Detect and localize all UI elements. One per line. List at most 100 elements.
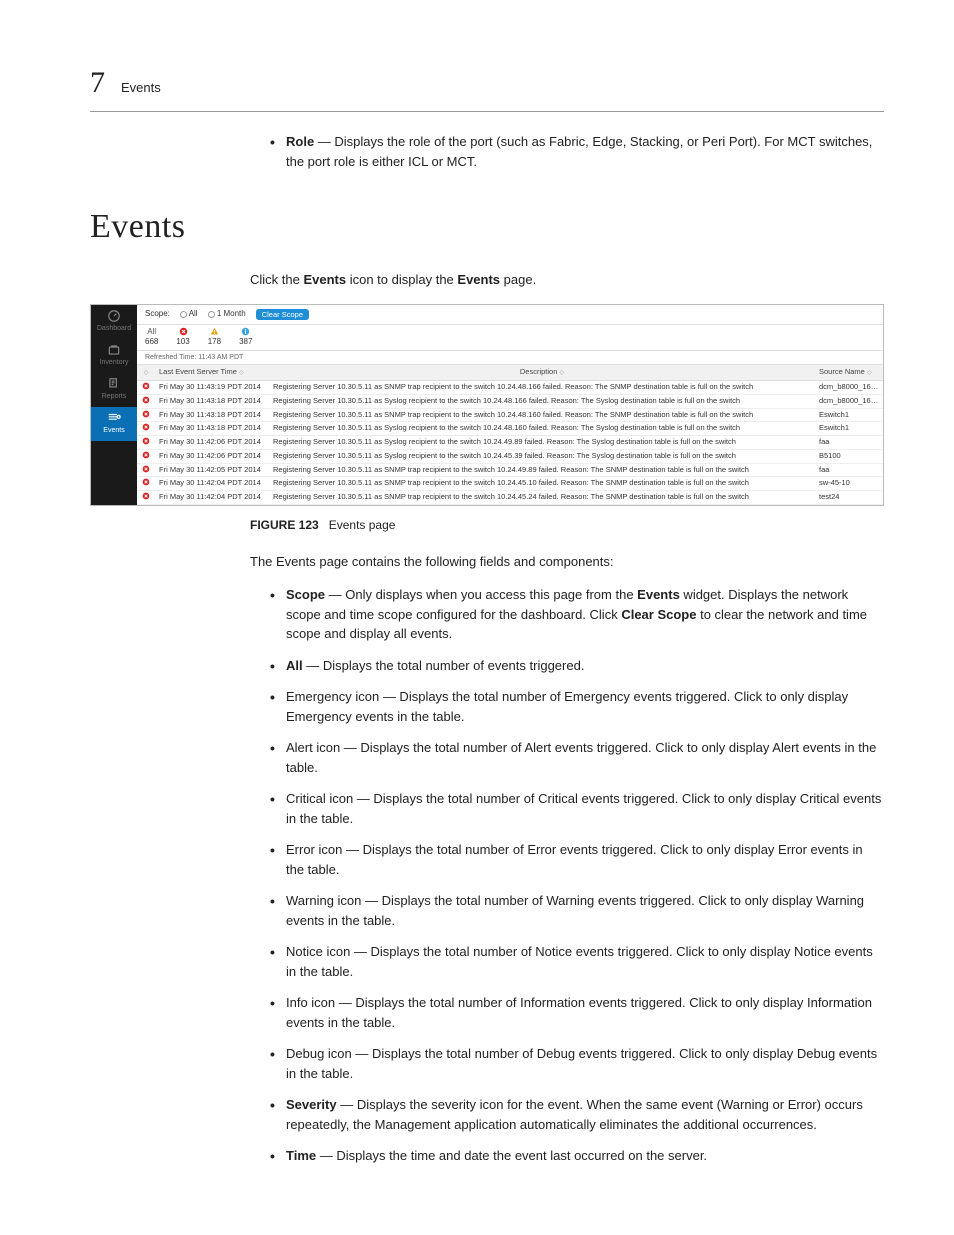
scope-time-icon[interactable] <box>208 311 215 318</box>
filter-error[interactable]: 103 <box>176 327 189 346</box>
cell-severity <box>137 477 155 490</box>
scope-label: Scope: <box>145 309 170 319</box>
list-item: Info icon — Displays the total number of… <box>270 993 884 1032</box>
sidebar-item-dashboard[interactable]: Dashboard <box>91 305 137 339</box>
list-item: Notice icon — Displays the total number … <box>270 942 884 981</box>
sidebar-item-reports[interactable]: Reports <box>91 373 137 407</box>
events-icon <box>106 411 122 425</box>
table-row[interactable]: Fri May 30 11:42:06 PDT 2014Registering … <box>137 436 883 450</box>
cell-time: Fri May 30 11:42:06 PDT 2014 <box>155 450 269 463</box>
clear-scope-button[interactable]: Clear Scope <box>256 309 309 321</box>
cell-desc: Registering Server 10.30.5.11 as SNMP tr… <box>269 491 815 504</box>
col-severity[interactable]: ◇ <box>137 365 155 380</box>
para-fields: The Events page contains the following f… <box>250 552 884 572</box>
error-icon <box>142 396 150 404</box>
table-row[interactable]: Fri May 30 11:42:05 PDT 2014Registering … <box>137 464 883 478</box>
cell-severity <box>137 450 155 463</box>
table-row[interactable]: Fri May 30 11:42:06 PDT 2014Registering … <box>137 450 883 464</box>
inventory-icon <box>107 343 121 357</box>
section-instruction: Click the Events icon to display the Eve… <box>250 270 884 290</box>
cell-time: Fri May 30 11:42:04 PDT 2014 <box>155 477 269 490</box>
cell-source: sw-45-10 <box>815 477 883 490</box>
sidebar-item-events[interactable]: Events <box>91 407 137 441</box>
error-icon <box>179 327 188 336</box>
events-content: Scope: All 1 Month Clear Scope All 668 1… <box>137 305 883 505</box>
cell-time: Fri May 30 11:43:18 PDT 2014 <box>155 422 269 435</box>
filter-info[interactable]: 387 <box>239 327 252 346</box>
filter-warning[interactable]: 178 <box>208 327 221 346</box>
bullet-role: Role — Displays the role of the port (su… <box>270 132 884 171</box>
cell-time: Fri May 30 11:42:06 PDT 2014 <box>155 436 269 449</box>
sidebar-item-inventory[interactable]: Inventory <box>91 339 137 373</box>
cell-desc: Registering Server 10.30.5.11 as Syslog … <box>269 395 815 408</box>
cell-severity <box>137 464 155 477</box>
scope-bar: Scope: All 1 Month Clear Scope <box>137 305 883 326</box>
sidebar: Dashboard Inventory Reports Events <box>91 305 137 505</box>
field-bullets: Scope — Only displays when you access th… <box>270 585 884 1166</box>
cell-desc: Registering Server 10.30.5.11 as SNMP tr… <box>269 381 815 394</box>
cell-time: Fri May 30 11:43:18 PDT 2014 <box>155 409 269 422</box>
list-item: Alert icon — Displays the total number o… <box>270 738 884 777</box>
list-item: Warning icon — Displays the total number… <box>270 891 884 930</box>
event-table-body: Fri May 30 11:43:19 PDT 2014Registering … <box>137 381 883 505</box>
list-item: Error icon — Displays the total number o… <box>270 840 884 879</box>
col-source[interactable]: Source Name ◇ <box>815 365 883 380</box>
cell-severity <box>137 436 155 449</box>
cell-severity <box>137 395 155 408</box>
section-title: Events <box>90 201 884 252</box>
dashboard-icon <box>107 309 121 323</box>
cell-desc: Registering Server 10.30.5.11 as SNMP tr… <box>269 409 815 422</box>
cell-desc: Registering Server 10.30.5.11 as Syslog … <box>269 436 815 449</box>
col-time[interactable]: Last Event Server Time ◇ <box>155 365 269 380</box>
cell-source: Eswitch1 <box>815 422 883 435</box>
filter-all[interactable]: All 668 <box>145 328 158 346</box>
cell-source: B5100 <box>815 450 883 463</box>
table-row[interactable]: Fri May 30 11:43:18 PDT 2014Registering … <box>137 422 883 436</box>
cell-source: Eswitch1 <box>815 409 883 422</box>
list-item: Debug icon — Displays the total number o… <box>270 1044 884 1083</box>
cell-time: Fri May 30 11:42:05 PDT 2014 <box>155 464 269 477</box>
event-table-header: ◇ Last Event Server Time ◇ Description ◇… <box>137 365 883 381</box>
list-item: Severity — Displays the severity icon fo… <box>270 1095 884 1134</box>
list-item: All — Displays the total number of event… <box>270 656 884 676</box>
chapter-title: Events <box>121 78 161 98</box>
table-row[interactable]: Fri May 30 11:43:18 PDT 2014Registering … <box>137 409 883 423</box>
table-row[interactable]: Fri May 30 11:43:19 PDT 2014Registering … <box>137 381 883 395</box>
list-item: Emergency icon — Displays the total numb… <box>270 687 884 726</box>
table-row[interactable]: Fri May 30 11:42:04 PDT 2014Registering … <box>137 491 883 505</box>
error-icon <box>142 437 150 445</box>
info-icon <box>241 327 250 336</box>
error-icon <box>142 478 150 486</box>
cell-desc: Registering Server 10.30.5.11 as SNMP tr… <box>269 477 815 490</box>
cell-severity <box>137 422 155 435</box>
figure-caption: FIGURE 123 Events page <box>250 516 884 534</box>
cell-desc: Registering Server 10.30.5.11 as Syslog … <box>269 450 815 463</box>
cell-time: Fri May 30 11:43:18 PDT 2014 <box>155 395 269 408</box>
page-header: 7 Events <box>90 60 884 112</box>
cell-desc: Registering Server 10.30.5.11 as Syslog … <box>269 422 815 435</box>
error-icon <box>142 451 150 459</box>
error-icon <box>142 382 150 390</box>
cell-severity <box>137 381 155 394</box>
cell-source: faa <box>815 436 883 449</box>
table-row[interactable]: Fri May 30 11:43:18 PDT 2014Registering … <box>137 395 883 409</box>
col-description[interactable]: Description ◇ <box>269 365 815 380</box>
cell-source: dcm_b8000_166_ <box>815 381 883 394</box>
list-item: Time — Displays the time and date the ev… <box>270 1146 884 1166</box>
list-item: Scope — Only displays when you access th… <box>270 585 884 644</box>
error-icon <box>142 465 150 473</box>
error-icon <box>142 423 150 431</box>
error-icon <box>142 492 150 500</box>
refreshed-time: Refreshed Time: 11:43 AM PDT <box>137 351 883 365</box>
scope-net-icon[interactable] <box>180 311 187 318</box>
cell-desc: Registering Server 10.30.5.11 as SNMP tr… <box>269 464 815 477</box>
cell-source: test24 <box>815 491 883 504</box>
table-row[interactable]: Fri May 30 11:42:04 PDT 2014Registering … <box>137 477 883 491</box>
cell-source: faa <box>815 464 883 477</box>
cell-severity <box>137 491 155 504</box>
severity-filter-bar: All 668 103 178 387 <box>137 325 883 351</box>
error-icon <box>142 410 150 418</box>
reports-icon <box>107 377 121 391</box>
bullet-role-text: — Displays the role of the port (such as… <box>286 134 872 169</box>
cell-source: dcm_b8000_166_ <box>815 395 883 408</box>
